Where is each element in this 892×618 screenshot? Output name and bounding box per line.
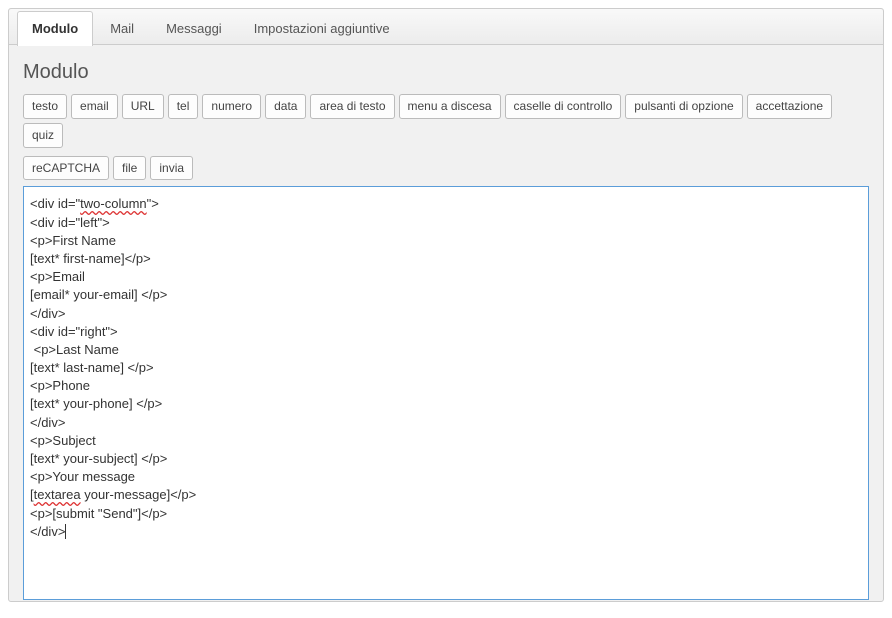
tag-generators: testoemailURLtelnumerodataarea di testom… xyxy=(23,94,869,180)
section-title: Modulo xyxy=(23,61,869,84)
form-editor[interactable]: <div id="two-column"> <div id="left"> <p… xyxy=(23,186,869,600)
editor-panel: ModuloMailMessaggiImpostazioni aggiuntiv… xyxy=(8,8,884,602)
tab-bar: ModuloMailMessaggiImpostazioni aggiuntiv… xyxy=(9,9,883,45)
tag-btn-testo[interactable]: testo xyxy=(23,94,67,119)
tab-modulo[interactable]: Modulo xyxy=(17,11,93,46)
tag-btn-quiz[interactable]: quiz xyxy=(23,123,63,148)
tab-mail[interactable]: Mail xyxy=(95,11,149,45)
tag-btn-pulsanti-di-opzione[interactable]: pulsanti di opzione xyxy=(625,94,742,119)
tag-btn-numero[interactable]: numero xyxy=(202,94,261,119)
tag-btn-file[interactable]: file xyxy=(113,156,146,181)
tag-btn-area-di-testo[interactable]: area di testo xyxy=(310,94,394,119)
tag-btn-recaptcha[interactable]: reCAPTCHA xyxy=(23,156,109,181)
tab-content: Modulo testoemailURLtelnumerodataarea di… xyxy=(9,45,883,198)
tag-btn-accettazione[interactable]: accettazione xyxy=(747,94,832,119)
tag-btn-invia[interactable]: invia xyxy=(150,156,193,181)
tag-btn-tel[interactable]: tel xyxy=(168,94,199,119)
tab-impostazioni-aggiuntive[interactable]: Impostazioni aggiuntive xyxy=(239,11,405,45)
tag-btn-data[interactable]: data xyxy=(265,94,306,119)
tag-btn-menu-a-discesa[interactable]: menu a discesa xyxy=(399,94,501,119)
tag-btn-url[interactable]: URL xyxy=(122,94,164,119)
tab-messaggi[interactable]: Messaggi xyxy=(151,11,237,45)
tag-btn-email[interactable]: email xyxy=(71,94,118,119)
tag-btn-caselle-di-controllo[interactable]: caselle di controllo xyxy=(505,94,622,119)
